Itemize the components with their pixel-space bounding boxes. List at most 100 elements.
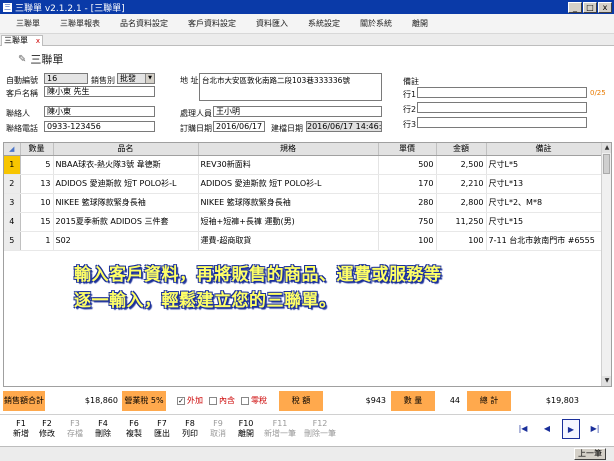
grid-header-note[interactable]: 備註 [486,143,602,156]
note-row2-field[interactable] [417,102,587,113]
cell-qty[interactable]: 10 [20,193,54,213]
note-counter: 0/25 [590,89,606,97]
grid-header-qty[interactable]: 數量 [20,143,54,156]
cell-note[interactable]: 尺寸L*2、M*8 [486,193,602,213]
note-row3-field[interactable] [417,117,587,128]
minimize-button[interactable]: _ [568,1,582,13]
table-row[interactable]: 2 13 ADIDOS 愛迪斯款 短T POLO衫-L ADIDOS 愛迪斯款 … [4,174,602,194]
menu-item-data-import[interactable]: 資料匯入 [256,18,288,29]
phone-field[interactable]: 0933-123456 [44,121,155,132]
table-row[interactable]: 3 10 NIKEE 籃球隊款緊身長袖 NIKEE 籃球隊款緊身長袖 280 2… [4,193,602,213]
f9-cancel-button[interactable]: F9 取消 [203,419,233,439]
f6-copy-button[interactable]: F6 複製 [119,419,149,439]
scroll-up-icon[interactable]: ▲ [602,143,611,153]
f8-print-button[interactable]: F8 列印 [175,419,205,439]
f3-save-button[interactable]: F3 存檔 [60,419,90,439]
note-row1-field[interactable] [417,87,587,98]
address-field[interactable]: 台北市大安區敦化南路二段103巷333336號 [199,73,382,101]
sales-total-label: 銷售額合計 [3,391,45,411]
tab-close-icon[interactable]: x [36,36,40,46]
handler-field[interactable]: 王小明 [213,106,382,117]
maximize-button[interactable]: □ [583,1,597,13]
close-button[interactable]: x [598,1,612,13]
grid-header-spec[interactable]: 規格 [198,143,379,156]
first-record-icon[interactable]: |◀ [514,419,532,439]
cell-amount[interactable]: 2,800 [436,193,487,213]
menu-item-customer-settings[interactable]: 客戶資料設定 [188,18,236,29]
grid-header-price[interactable]: 單價 [378,143,437,156]
order-date-field[interactable]: 2016/06/17 [213,121,265,132]
tab-invoice[interactable]: 三聯單 x [1,35,43,46]
scroll-thumb[interactable] [603,154,610,174]
menu-item-product-settings[interactable]: 品名資料設定 [120,18,168,29]
cell-note[interactable]: 尺寸L*5 [486,155,602,175]
f2-edit-button[interactable]: F2 修改 [32,419,62,439]
table-row[interactable]: 4 15 2015夏季新款 ADIDOS 三件套 短袖+短褲+長褲 運動(男) … [4,212,602,232]
cell-note[interactable]: 尺寸L*15 [486,212,602,232]
cell-price[interactable]: 100 [378,231,437,251]
cell-note[interactable]: 尺寸L*13 [486,174,602,194]
created-date-label: 建檔日期 [271,124,303,133]
form-title: ✎ 三聯單 [18,51,63,67]
auto-no-field: 16 [44,73,88,84]
cell-amount[interactable]: 11,250 [436,212,487,232]
scroll-down-icon[interactable]: ▼ [602,376,611,386]
cell-qty[interactable]: 15 [20,212,54,232]
phone-label: 聯絡電話 [6,124,38,133]
sales-type-label: 銷售別 [91,76,115,85]
cell-amount[interactable]: 100 [436,231,487,251]
tax-rate-label: 營業稅 5% [122,391,166,411]
menu-item-system-settings[interactable]: 系統設定 [308,18,340,29]
cell-name[interactable]: ADIDOS 愛迪斯款 短T POLO衫-L [53,174,199,194]
cell-spec[interactable]: 短袖+短褲+長褲 運動(男) [198,212,379,232]
tab-strip: 三聯單 x [0,34,614,46]
customer-field[interactable]: 陳小東 先生 [44,86,155,97]
contact-field[interactable]: 陳小東 [44,106,155,117]
menu-item-exit[interactable]: 離開 [412,18,428,29]
form-title-text: 三聯單 [30,53,64,66]
cell-price[interactable]: 500 [378,155,437,175]
menu-item-about[interactable]: 關於系統 [360,18,392,29]
cell-spec[interactable]: 運費-超商取貨 [198,231,379,251]
cell-spec[interactable]: NIKEE 籃球隊款緊身長袖 [198,193,379,213]
cell-price[interactable]: 170 [378,174,437,194]
cell-amount[interactable]: 2,210 [436,174,487,194]
cell-price[interactable]: 750 [378,212,437,232]
grid-header-amount[interactable]: 金額 [436,143,487,156]
menu-item-invoice-report[interactable]: 三聯單報表 [60,18,100,29]
triangle-icon: ◢ [9,145,15,154]
sales-type-select[interactable]: 批發 ▼ [117,73,155,84]
cell-spec[interactable]: REV30新面料 [198,155,379,175]
cell-note[interactable]: 7-11 台北市敦南門市 #6555 [486,231,602,251]
qty-label: 數 量 [391,391,435,411]
cell-spec[interactable]: ADIDOS 愛迪斯款 短T POLO衫-L [198,174,379,194]
tax-option-zero[interactable]: 零稅 [241,395,267,406]
grid-scrollbar[interactable]: ▲ ▼ [601,143,611,386]
prev-record-button[interactable]: 上一筆 [574,448,606,460]
last-record-icon[interactable]: ▶| [586,419,604,439]
cell-qty[interactable]: 1 [20,231,54,251]
menu-item-invoice[interactable]: 三聯單 [16,18,40,29]
tax-option-inclusive[interactable]: 內含 [209,395,235,406]
cell-amount[interactable]: 2,500 [436,155,487,175]
f10-exit-button[interactable]: F10 離開 [231,419,261,439]
summary-bar: 銷售額合計 $18,860 營業稅 5% ✓ 外加 內含 零稅 稅 額 $943… [0,391,614,411]
cell-qty[interactable]: 5 [20,155,54,175]
table-row[interactable]: 1 5 NBAA球衣-熱火隊3號 韋德斯 REV30新面料 500 2,500 … [4,155,602,175]
cell-name[interactable]: NIKEE 籃球隊款緊身長袖 [53,193,199,213]
f4-delete-button[interactable]: F4 刪除 [88,419,118,439]
sales-total-value: $18,860 [84,396,118,405]
cell-name[interactable]: 2015夏季新款 ADIDOS 三件套 [53,212,199,232]
cell-name[interactable]: NBAA球衣-熱火隊3號 韋德斯 [53,155,199,175]
next-record-icon[interactable]: ▶ [562,419,580,439]
grid-header-name[interactable]: 品名 [53,143,199,156]
f11-add-row-button[interactable]: F11 新增一筆 [262,419,298,439]
cell-name[interactable]: S02 [53,231,199,251]
table-row[interactable]: 5 1 S02 運費-超商取貨 100 100 7-11 台北市敦南門市 #65… [4,231,602,251]
cell-price[interactable]: 280 [378,193,437,213]
f7-export-button[interactable]: F7 匯出 [147,419,177,439]
f12-delete-row-button[interactable]: F12 刪除一筆 [302,419,338,439]
tax-option-exclusive[interactable]: ✓ 外加 [177,395,203,406]
cell-qty[interactable]: 13 [20,174,54,194]
prev-record-icon[interactable]: ◀ [538,419,556,439]
